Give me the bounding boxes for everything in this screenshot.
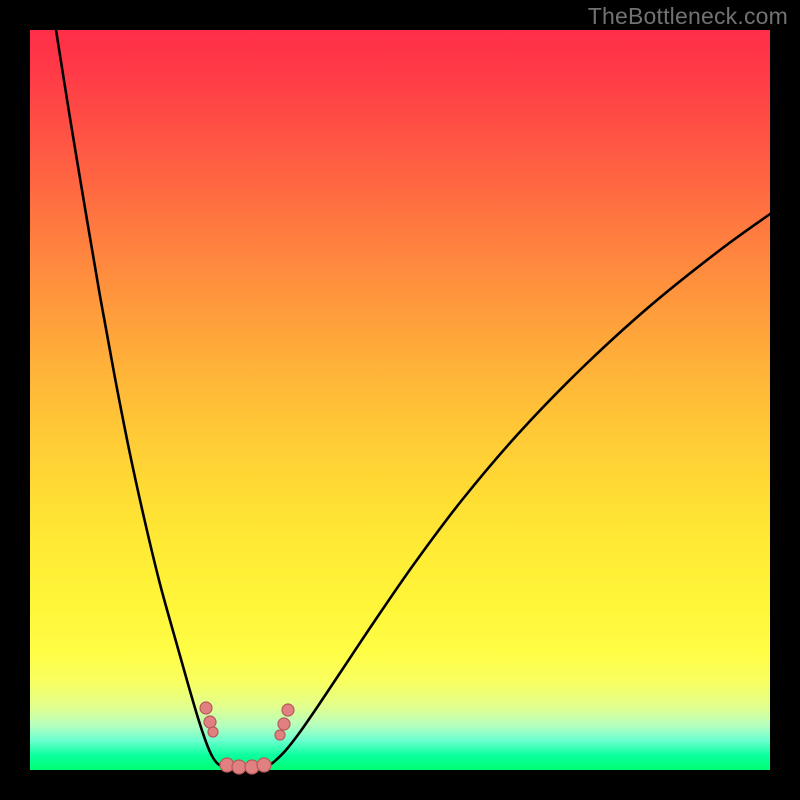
- highlight-marker: [282, 704, 294, 716]
- marker-group: [200, 702, 294, 774]
- bottleneck-curve: [56, 30, 770, 767]
- chart-frame: TheBottleneck.com: [0, 0, 800, 800]
- highlight-marker: [204, 716, 216, 728]
- highlight-marker: [275, 730, 285, 740]
- highlight-marker: [257, 758, 271, 772]
- highlight-marker: [278, 718, 290, 730]
- watermark-text: TheBottleneck.com: [588, 3, 788, 30]
- curve-svg: [30, 30, 770, 770]
- highlight-marker: [200, 702, 212, 714]
- plot-area: [30, 30, 770, 770]
- highlight-marker: [232, 760, 246, 774]
- highlight-marker: [208, 727, 218, 737]
